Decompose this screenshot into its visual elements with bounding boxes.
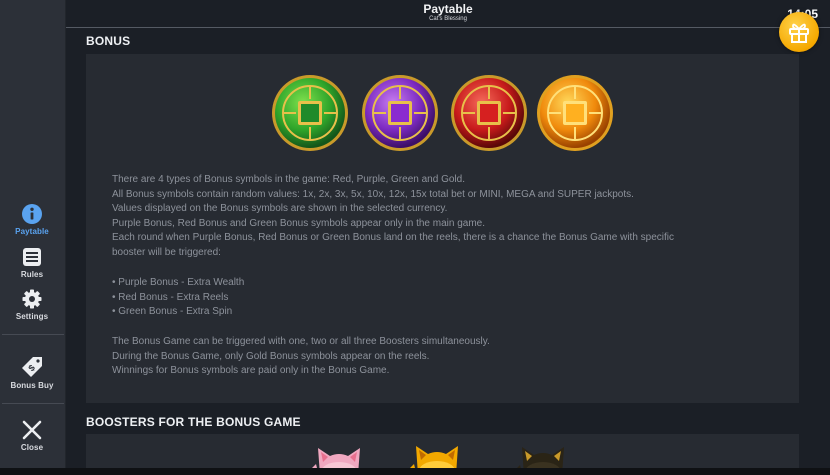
sidebar-item-paytable[interactable]: Paytable xyxy=(0,204,64,236)
sidebar-item-close[interactable]: Close xyxy=(0,420,64,452)
paytable-screen: Paytable Cat's Blessing 14:05 Paytable R… xyxy=(0,0,830,475)
sidebar-item-rules[interactable]: Rules xyxy=(0,247,64,279)
sidebar-item-label: Bonus Buy xyxy=(10,381,54,390)
sidebar-divider xyxy=(2,403,64,404)
list-item: • Green Bonus - Extra Spin xyxy=(112,306,233,318)
red-bonus-symbol-icon xyxy=(451,75,527,151)
gold-bonus-symbol-icon xyxy=(537,75,613,151)
section-title-bonus: BONUS xyxy=(86,34,131,48)
sidebar-item-settings[interactable]: Settings xyxy=(0,289,64,321)
sidebar-item-label: Paytable xyxy=(15,227,49,236)
bonus-symbols xyxy=(86,70,799,160)
sidebar-item-label: Settings xyxy=(15,312,49,321)
text-line: The Bonus Game can be triggered with one… xyxy=(112,336,490,347)
text-line: booster will be triggered: xyxy=(112,246,221,258)
list-icon xyxy=(23,248,41,266)
text-line: Winnings for Bonus symbols are paid only… xyxy=(112,365,390,377)
list-item: • Purple Bonus - Extra Wealth xyxy=(112,277,245,288)
header: Paytable Cat's Blessing xyxy=(66,0,830,27)
text-line: There are 4 types of Bonus symbols in th… xyxy=(112,174,465,185)
text-line: Each round when Purple Bonus, Red Bonus … xyxy=(112,232,674,244)
sidebar: Paytable Rules Settings $ Bonus Buy Clos… xyxy=(0,0,66,475)
bonus-game-description: The Bonus Game can be triggered with one… xyxy=(112,335,490,379)
bottom-bar xyxy=(0,468,830,475)
text-line: All Bonus symbols contain random values:… xyxy=(112,188,634,200)
list-item: • Red Bonus - Extra Reels xyxy=(112,291,229,303)
close-icon xyxy=(22,420,42,440)
booster-list: • Purple Bonus - Extra Wealth • Red Bonu… xyxy=(112,276,244,320)
gift-button[interactable] xyxy=(779,12,819,52)
purple-bonus-symbol-icon xyxy=(362,75,438,151)
page-title: Paytable xyxy=(423,2,473,16)
gift-icon xyxy=(789,23,809,43)
gear-icon xyxy=(22,289,42,309)
game-name: Cat's Blessing xyxy=(429,16,467,22)
sidebar-item-label: Close xyxy=(20,443,44,452)
header-divider xyxy=(66,27,830,28)
sidebar-divider xyxy=(2,334,64,335)
sidebar-item-label: Rules xyxy=(20,270,44,279)
info-icon xyxy=(22,204,42,224)
text-line: During the Bonus Game, only Gold Bonus s… xyxy=(112,350,430,362)
price-tag-icon: $ xyxy=(22,357,42,377)
green-bonus-symbol-icon xyxy=(272,75,348,151)
section-title-boosters: BOOSTERS FOR THE BONUS GAME xyxy=(86,415,301,429)
sidebar-item-bonus-buy[interactable]: $ Bonus Buy xyxy=(0,356,64,390)
text-line: Values displayed on the Bonus symbols ar… xyxy=(112,203,448,215)
bonus-description: There are 4 types of Bonus symbols in th… xyxy=(112,173,674,261)
text-line: Purple Bonus, Red Bonus and Green Bonus … xyxy=(112,217,485,229)
